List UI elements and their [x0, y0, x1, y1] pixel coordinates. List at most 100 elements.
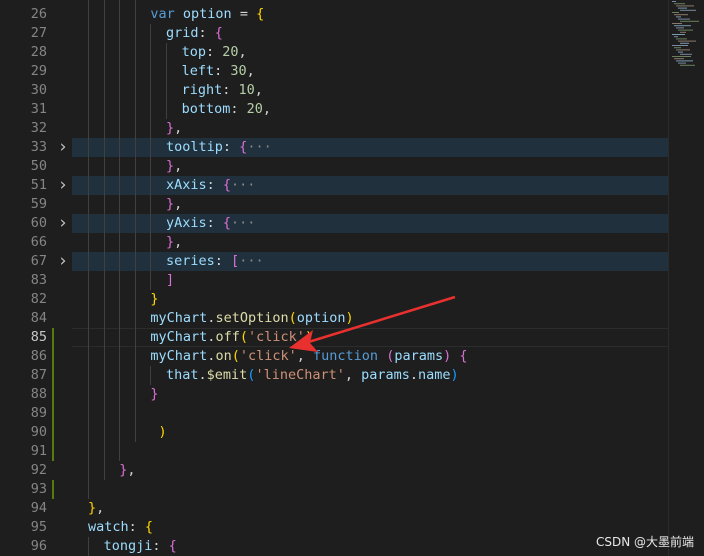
code-line[interactable]: 30 right: 10, — [0, 81, 668, 100]
code-token: , — [254, 82, 263, 98]
code-token: { — [168, 538, 177, 554]
indent-guide — [103, 404, 105, 423]
indent-guide — [103, 442, 105, 461]
code-token: 'click' — [239, 348, 297, 364]
code-token: 'lineChart' — [255, 367, 345, 383]
code-line[interactable]: 33 › tooltip: {··· — [0, 138, 668, 157]
code-line[interactable]: 88} — [0, 385, 668, 404]
line-number: 84 — [30, 310, 47, 326]
code-line[interactable]: 82} — [0, 290, 668, 309]
code-line[interactable]: 29 left: 30, — [0, 62, 668, 81]
code-token: ) — [158, 424, 167, 440]
code-text: bottom: 20, — [182, 100, 271, 119]
code-token: { — [144, 519, 154, 535]
code-token: ··· — [231, 215, 256, 231]
fold-chevron-icon[interactable]: › — [56, 214, 70, 233]
code-token: } — [166, 234, 175, 250]
fold-chevron-icon[interactable]: › — [56, 252, 70, 271]
code-text: } — [150, 290, 158, 309]
indent-guide — [119, 62, 121, 81]
indent-guide — [134, 347, 136, 366]
indent-guide — [150, 176, 152, 195]
code-token: { — [222, 177, 232, 193]
indent-guide — [103, 157, 105, 176]
code-line[interactable]: 95 watch: { — [0, 518, 668, 537]
indent-guide — [150, 252, 152, 271]
code-token: : — [205, 44, 223, 60]
vertical-scrollbar[interactable] — [668, 0, 704, 556]
code-text: }, — [166, 195, 182, 214]
code-line[interactable]: 50}, — [0, 157, 668, 176]
code-token: myChart — [150, 348, 208, 364]
line-number: 28 — [30, 44, 47, 60]
code-token: ) — [304, 329, 314, 345]
code-line[interactable]: 60 › yAxis: {··· — [0, 214, 668, 233]
indent-guide — [134, 119, 136, 138]
code-token: , — [296, 348, 314, 364]
line-number: 27 — [30, 25, 47, 41]
indent-guide — [134, 5, 136, 24]
indent-guide — [150, 195, 152, 214]
code-line[interactable]: 67 › series: [··· — [0, 252, 668, 271]
minimap-line — [676, 27, 684, 29]
indent-guide — [134, 252, 136, 271]
indent-guide — [166, 43, 167, 62]
code-text: that.$emit('lineChart', params.name) — [166, 366, 459, 385]
code-editor[interactable]: 25let that = this26var option = {27grid:… — [0, 0, 668, 556]
minimap-line — [678, 29, 693, 31]
line-number: 83 — [30, 272, 47, 288]
indent-guide — [119, 385, 121, 404]
code-line[interactable]: 94}, — [0, 499, 668, 518]
code-token: ··· — [247, 139, 272, 155]
code-line[interactable]: 31 bottom: 20, — [0, 100, 668, 119]
indent-guide — [88, 537, 89, 556]
code-line[interactable]: 51 › xAxis: {··· — [0, 176, 668, 195]
code-line[interactable]: 28 top: 20, — [0, 43, 668, 62]
indent-guide — [150, 81, 152, 100]
indent-guide — [88, 24, 89, 43]
indent-guide — [119, 290, 121, 309]
fold-chevron-icon[interactable]: › — [56, 138, 70, 157]
code-line[interactable]: 66}, — [0, 233, 668, 252]
indent-guide — [103, 5, 105, 24]
minimap-line — [674, 25, 691, 27]
indent-guide — [134, 100, 136, 119]
code-line[interactable]: 27 grid: { — [0, 24, 668, 43]
code-line[interactable]: 32}, — [0, 119, 668, 138]
code-line[interactable]: 84 myChart.setOption(option) — [0, 309, 668, 328]
code-line[interactable]: 92}, — [0, 461, 668, 480]
indent-guide — [103, 328, 105, 347]
indent-guide — [88, 366, 89, 385]
minimap-line — [676, 16, 681, 18]
code-line[interactable]: 89 — [0, 404, 668, 423]
indent-guide — [103, 119, 105, 138]
code-token: , — [96, 500, 105, 516]
minimap[interactable] — [670, 0, 704, 70]
code-line[interactable]: 86 myChart.on('click', function (params) … — [0, 347, 668, 366]
indent-guide — [119, 366, 121, 385]
indent-guide — [88, 290, 89, 309]
code-line[interactable]: 26 var option = { — [0, 5, 668, 24]
code-line[interactable]: 83] — [0, 271, 668, 290]
indent-guide — [88, 176, 89, 195]
indent-guide — [88, 81, 89, 100]
code-line[interactable]: 91 — [0, 442, 668, 461]
minimap-line — [678, 62, 686, 64]
code-line[interactable]: 59}, — [0, 195, 668, 214]
fold-chevron-icon[interactable]: › — [56, 176, 70, 195]
indent-guide — [88, 195, 89, 214]
code-line[interactable]: 87 that.$emit('lineChart', params.name) — [0, 366, 668, 385]
minimap-line — [672, 34, 685, 35]
code-line[interactable]: 96 tongji: { — [0, 537, 668, 556]
code-line[interactable]: 93 — [0, 480, 668, 499]
code-token: 20 — [222, 44, 239, 60]
code-line[interactable]: 85 myChart.off('click') — [0, 328, 668, 347]
code-token: : — [128, 519, 145, 535]
code-token: 'click' — [247, 329, 305, 345]
code-token: off — [215, 329, 240, 345]
indent-guide — [134, 385, 136, 404]
code-line[interactable]: 90 ) — [0, 423, 668, 442]
indent-guide — [88, 62, 89, 81]
code-text: var option = { — [150, 5, 264, 24]
